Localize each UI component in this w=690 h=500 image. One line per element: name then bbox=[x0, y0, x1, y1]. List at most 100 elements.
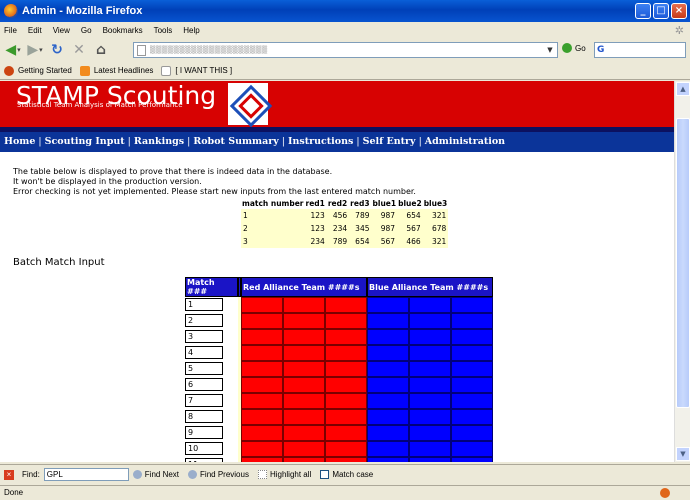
blue3-team-input[interactable] bbox=[451, 345, 493, 361]
red3-team-input[interactable] bbox=[325, 329, 367, 345]
red2-team-input[interactable] bbox=[283, 457, 325, 462]
highlight-all-button[interactable]: Highlight all bbox=[257, 470, 311, 479]
menu-bookmarks[interactable]: Bookmarks bbox=[103, 26, 143, 35]
match-number-input[interactable]: 6 bbox=[185, 378, 223, 391]
blue2-team-input[interactable] bbox=[409, 393, 451, 409]
red2-team-input[interactable] bbox=[283, 393, 325, 409]
forward-button[interactable]: ▶ ▾ bbox=[25, 40, 45, 60]
find-next-button[interactable]: Find Next bbox=[132, 470, 179, 479]
match-number-input[interactable]: 4 bbox=[185, 346, 223, 359]
red3-team-input[interactable] bbox=[325, 457, 367, 462]
match-case-checkbox[interactable]: Match case bbox=[320, 470, 373, 479]
red2-team-input[interactable] bbox=[283, 297, 325, 313]
find-input[interactable]: GPL bbox=[43, 468, 129, 481]
red2-team-input[interactable] bbox=[283, 441, 325, 457]
match-number-input[interactable]: 10 bbox=[185, 442, 223, 455]
red1-team-input[interactable] bbox=[241, 345, 283, 361]
blue2-team-input[interactable] bbox=[409, 457, 451, 462]
home-button[interactable]: ⌂ bbox=[91, 40, 111, 60]
search-input[interactable]: G bbox=[594, 42, 686, 58]
nav-robot-summary[interactable]: Robot Summary bbox=[193, 136, 278, 147]
match-number-input[interactable]: 3 bbox=[185, 330, 223, 343]
red2-team-input[interactable] bbox=[283, 425, 325, 441]
scrollbar-thumb[interactable] bbox=[676, 118, 690, 408]
red1-team-input[interactable] bbox=[241, 425, 283, 441]
red1-team-input[interactable] bbox=[241, 409, 283, 425]
red1-team-input[interactable] bbox=[241, 361, 283, 377]
maximize-button[interactable]: □ bbox=[653, 3, 669, 19]
nav-rankings[interactable]: Rankings bbox=[134, 136, 184, 147]
red3-team-input[interactable] bbox=[325, 313, 367, 329]
menu-view[interactable]: View bbox=[53, 26, 70, 35]
match-number-input[interactable]: 5 bbox=[185, 362, 223, 375]
close-find-icon[interactable]: × bbox=[4, 469, 14, 480]
go-button[interactable]: Go bbox=[562, 43, 586, 53]
blue2-team-input[interactable] bbox=[409, 345, 451, 361]
menu-tools[interactable]: Tools bbox=[154, 26, 173, 35]
back-dropdown-icon[interactable]: ▾ bbox=[17, 46, 21, 54]
blue3-team-input[interactable] bbox=[451, 393, 493, 409]
blue3-team-input[interactable] bbox=[451, 329, 493, 345]
scroll-down-icon[interactable]: ▼ bbox=[676, 447, 690, 461]
red2-team-input[interactable] bbox=[283, 361, 325, 377]
stop-button[interactable]: ✕ bbox=[69, 40, 89, 60]
nav-self-entry[interactable]: Self Entry bbox=[363, 136, 416, 147]
blue2-team-input[interactable] bbox=[409, 377, 451, 393]
forward-dropdown-icon[interactable]: ▾ bbox=[39, 46, 43, 54]
nav-home[interactable]: Home bbox=[4, 136, 35, 147]
blue3-team-input[interactable] bbox=[451, 361, 493, 377]
match-number-input[interactable]: 1 bbox=[185, 298, 223, 311]
blue2-team-input[interactable] bbox=[409, 329, 451, 345]
vertical-scrollbar[interactable]: ▲ ▼ bbox=[674, 81, 690, 462]
bookmark-i-want-this[interactable]: [ I WANT THIS ] bbox=[161, 65, 232, 76]
bookmark-getting-started[interactable]: Getting Started bbox=[4, 65, 72, 76]
red1-team-input[interactable] bbox=[241, 377, 283, 393]
match-number-input[interactable]: 8 bbox=[185, 410, 223, 423]
red2-team-input[interactable] bbox=[283, 409, 325, 425]
red3-team-input[interactable] bbox=[325, 393, 367, 409]
minimize-button[interactable]: _ bbox=[635, 3, 651, 19]
menu-help[interactable]: Help bbox=[183, 26, 199, 35]
url-dropdown-icon[interactable]: ▼ bbox=[544, 44, 556, 56]
scroll-up-icon[interactable]: ▲ bbox=[676, 82, 690, 96]
match-number-input[interactable]: 2 bbox=[185, 314, 223, 327]
red2-team-input[interactable] bbox=[283, 313, 325, 329]
blue3-team-input[interactable] bbox=[451, 425, 493, 441]
blue2-team-input[interactable] bbox=[409, 425, 451, 441]
blue3-team-input[interactable] bbox=[451, 441, 493, 457]
blue3-team-input[interactable] bbox=[451, 457, 493, 462]
blue1-team-input[interactable] bbox=[367, 313, 409, 329]
bookmark-latest-headlines[interactable]: Latest Headlines bbox=[79, 65, 153, 76]
blue2-team-input[interactable] bbox=[409, 409, 451, 425]
red1-team-input[interactable] bbox=[241, 329, 283, 345]
nav-administration[interactable]: Administration bbox=[425, 136, 505, 147]
blue1-team-input[interactable] bbox=[367, 361, 409, 377]
find-previous-button[interactable]: Find Previous bbox=[188, 470, 249, 479]
red3-team-input[interactable] bbox=[325, 377, 367, 393]
reload-button[interactable]: ↻ bbox=[47, 40, 67, 60]
blue2-team-input[interactable] bbox=[409, 361, 451, 377]
blue2-team-input[interactable] bbox=[409, 297, 451, 313]
red3-team-input[interactable] bbox=[325, 345, 367, 361]
menu-file[interactable]: File bbox=[4, 26, 17, 35]
back-button[interactable]: ◀ ▾ bbox=[3, 40, 23, 60]
blue2-team-input[interactable] bbox=[409, 313, 451, 329]
red1-team-input[interactable] bbox=[241, 441, 283, 457]
menu-go[interactable]: Go bbox=[81, 26, 92, 35]
red3-team-input[interactable] bbox=[325, 297, 367, 313]
red2-team-input[interactable] bbox=[283, 377, 325, 393]
red3-team-input[interactable] bbox=[325, 441, 367, 457]
match-number-input[interactable]: 11 bbox=[185, 458, 223, 462]
red1-team-input[interactable] bbox=[241, 393, 283, 409]
url-bar[interactable]: ▒▒▒▒▒▒▒▒▒▒▒▒▒▒▒▒▒▒▒▒ ▼ bbox=[133, 42, 558, 58]
blue3-team-input[interactable] bbox=[451, 409, 493, 425]
nav-scouting-input[interactable]: Scouting Input bbox=[45, 136, 125, 147]
red3-team-input[interactable] bbox=[325, 361, 367, 377]
red2-team-input[interactable] bbox=[283, 345, 325, 361]
red3-team-input[interactable] bbox=[325, 409, 367, 425]
red3-team-input[interactable] bbox=[325, 425, 367, 441]
blue2-team-input[interactable] bbox=[409, 441, 451, 457]
blue1-team-input[interactable] bbox=[367, 409, 409, 425]
close-button[interactable]: × bbox=[671, 3, 687, 19]
menu-edit[interactable]: Edit bbox=[28, 26, 42, 35]
